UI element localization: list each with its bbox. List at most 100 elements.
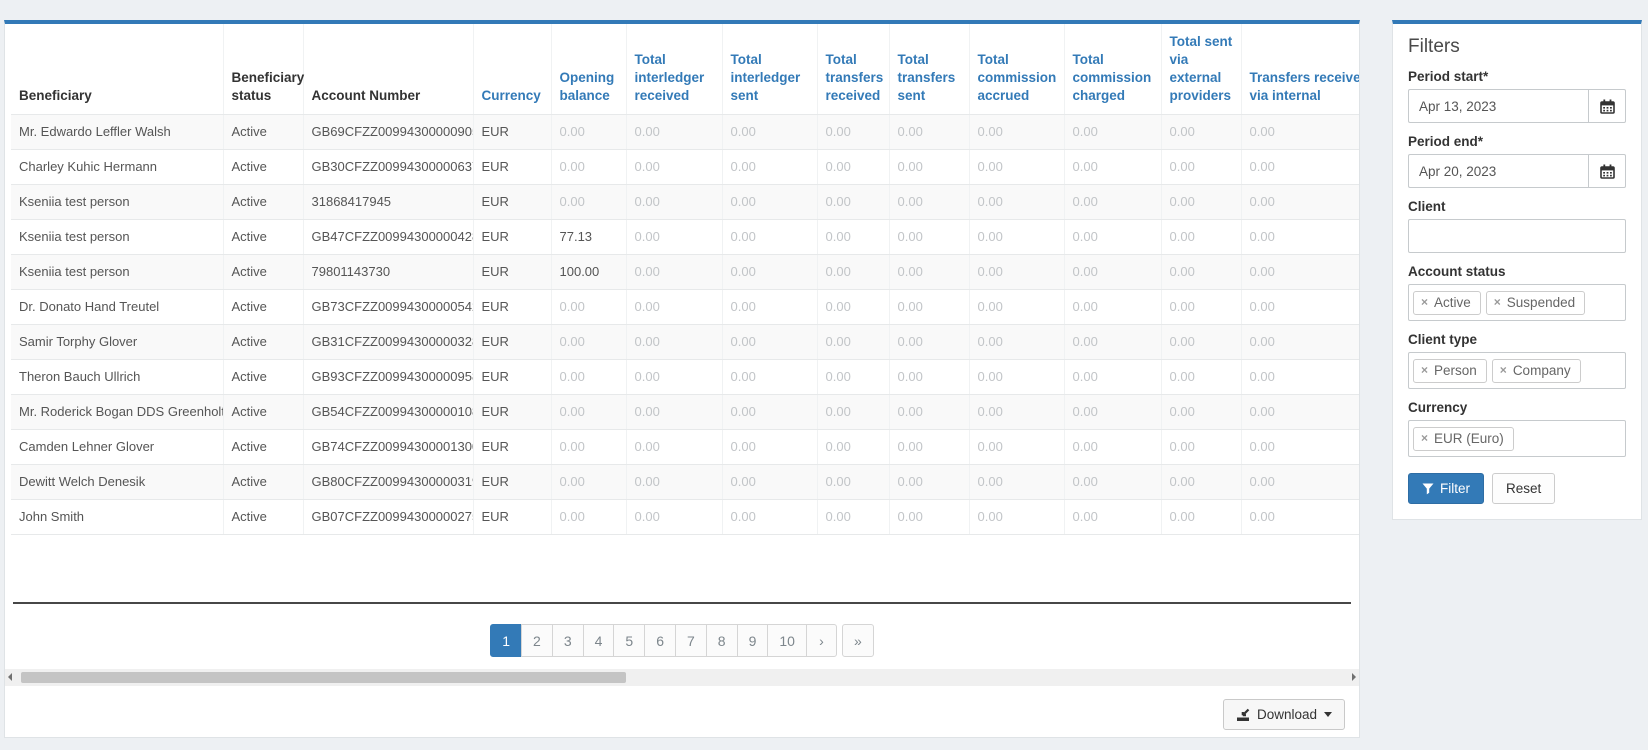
column-header-opening-balance[interactable]: Opening balance [551, 24, 626, 114]
client-input[interactable] [1408, 219, 1626, 253]
currency-cell: EUR [473, 254, 551, 289]
remove-tag-icon[interactable]: × [1421, 364, 1428, 376]
filter-tag-person: × Person [1413, 359, 1487, 383]
table-row: Charley Kuhic HermannActiveGB30CFZZ00994… [11, 149, 1359, 184]
table-row: Mr. Edwardo Leffler WalshActiveGB69CFZZ0… [11, 114, 1359, 149]
table-header-row: BeneficiaryBeneficiary statusAccount Num… [11, 24, 1359, 114]
client-type-select[interactable]: × Person × Company [1408, 352, 1626, 389]
amount-cell: 0.00 [817, 254, 889, 289]
amount-cell: 0.00 [889, 429, 969, 464]
beneficiary-status: Active [223, 149, 303, 184]
filter-tag-label: Person [1434, 363, 1477, 378]
column-header-total-commission-accrued[interactable]: Total commission accrued [969, 24, 1064, 114]
remove-tag-icon[interactable]: × [1421, 296, 1428, 308]
page-button-4[interactable]: 4 [583, 624, 615, 657]
period-start-input[interactable] [1408, 89, 1588, 123]
amount-cell: 0.00 [969, 429, 1064, 464]
amount-cell: 0.00 [722, 394, 817, 429]
column-header-beneficiary: Beneficiary [11, 24, 223, 114]
amount-cell: 0.00 [969, 114, 1064, 149]
beneficiary-name: Kseniia test person [11, 184, 223, 219]
page-button-6[interactable]: 6 [644, 624, 676, 657]
remove-tag-icon[interactable]: × [1494, 296, 1501, 308]
page-button-5[interactable]: 5 [613, 624, 645, 657]
amount-cell: 0.00 [551, 114, 626, 149]
amount-cell: 0.00 [889, 149, 969, 184]
page-button-10[interactable]: 10 [767, 624, 807, 657]
client-type-label: Client type [1408, 332, 1626, 347]
amount-cell: 0.00 [1161, 184, 1241, 219]
column-header-currency[interactable]: Currency [473, 24, 551, 114]
beneficiaries-table: BeneficiaryBeneficiary statusAccount Num… [11, 24, 1359, 535]
amount-cell: 0.00 [889, 289, 969, 324]
download-icon [1236, 708, 1250, 722]
column-header-total-transfers-sent[interactable]: Total transfers sent [889, 24, 969, 114]
page-button-2[interactable]: 2 [521, 624, 553, 657]
period-end-calendar-button[interactable] [1588, 154, 1626, 188]
amount-cell: 0.00 [722, 149, 817, 184]
column-header-total-interledger-received[interactable]: Total interledger received [626, 24, 722, 114]
filter-tag-suspended: ×Suspended [1486, 291, 1585, 315]
scrollbar-right-arrow-icon[interactable] [1352, 673, 1356, 681]
remove-tag-icon[interactable]: × [1500, 364, 1507, 376]
page-button-1[interactable]: 1 [490, 624, 522, 657]
beneficiary-name: Dewitt Welch Denesik [11, 464, 223, 499]
page-button-9[interactable]: 9 [737, 624, 769, 657]
amount-cell: 0.00 [1241, 324, 1359, 359]
amount-cell: 0.00 [1241, 114, 1359, 149]
amount-cell: 0.00 [626, 324, 722, 359]
table-row: Samir Torphy GloverActiveGB31CFZZ0099430… [11, 324, 1359, 359]
amount-cell: 0.00 [1161, 499, 1241, 534]
currency-cell: EUR [473, 219, 551, 254]
page-button-7[interactable]: 7 [675, 624, 707, 657]
column-header-total-commission-charged[interactable]: Total commission charged [1064, 24, 1161, 114]
page-button-8[interactable]: 8 [706, 624, 738, 657]
period-end-input[interactable] [1408, 154, 1588, 188]
account-status-select[interactable]: ×Active×Suspended [1408, 284, 1626, 321]
column-header-account-number: Account Number [303, 24, 473, 114]
column-header-transfers-received-via-internal[interactable]: Transfers received via internal [1241, 24, 1359, 114]
amount-cell: 0.00 [551, 184, 626, 219]
next-page-button[interactable]: › [806, 624, 837, 657]
column-header-total-transfers-received[interactable]: Total transfers received [817, 24, 889, 114]
amount-cell: 0.00 [817, 499, 889, 534]
period-start-calendar-button[interactable] [1588, 89, 1626, 123]
amount-cell: 0.00 [817, 114, 889, 149]
beneficiary-name: Theron Bauch Ullrich [11, 359, 223, 394]
amount-cell: 0.00 [551, 149, 626, 184]
last-page-button[interactable]: » [842, 624, 874, 657]
download-button[interactable]: Download [1223, 699, 1345, 730]
amount-cell: 0.00 [969, 394, 1064, 429]
amount-cell: 0.00 [889, 114, 969, 149]
filter-button[interactable]: Filter [1408, 473, 1484, 504]
table-row: Dr. Donato Hand TreutelActiveGB73CFZZ009… [11, 289, 1359, 324]
horizontal-scrollbar[interactable] [5, 669, 1359, 686]
column-header-total-sent-via-external-providers[interactable]: Total sent via external providers [1161, 24, 1241, 114]
amount-cell: 0.00 [1064, 429, 1161, 464]
remove-tag-icon[interactable]: × [1421, 432, 1428, 444]
filter-button-label: Filter [1440, 481, 1470, 496]
amount-cell: 0.00 [969, 254, 1064, 289]
reset-button[interactable]: Reset [1492, 473, 1555, 504]
amount-cell: 0.00 [722, 429, 817, 464]
column-header-total-interledger-sent[interactable]: Total interledger sent [722, 24, 817, 114]
page-button-3[interactable]: 3 [552, 624, 584, 657]
amount-cell: 0.00 [1064, 289, 1161, 324]
amount-cell: 0.00 [626, 394, 722, 429]
amount-cell: 0.00 [1161, 219, 1241, 254]
amount-cell: 0.00 [817, 394, 889, 429]
amount-cell: 0.00 [1241, 254, 1359, 289]
amount-cell: 0.00 [817, 429, 889, 464]
currency-cell: EUR [473, 394, 551, 429]
calendar-icon [1600, 99, 1615, 114]
currency-select[interactable]: ×EUR (Euro) [1408, 420, 1626, 457]
amount-cell: 0.00 [1161, 359, 1241, 394]
filter-tag-label: Company [1513, 363, 1571, 378]
amount-cell: 0.00 [817, 359, 889, 394]
scrollbar-thumb[interactable] [21, 672, 626, 683]
amount-cell: 0.00 [626, 429, 722, 464]
scrollbar-left-arrow-icon[interactable] [8, 673, 12, 681]
amount-cell: 0.00 [1241, 149, 1359, 184]
beneficiary-name: Mr. Roderick Bogan DDS Greenholt [11, 394, 223, 429]
amount-cell: 0.00 [722, 114, 817, 149]
